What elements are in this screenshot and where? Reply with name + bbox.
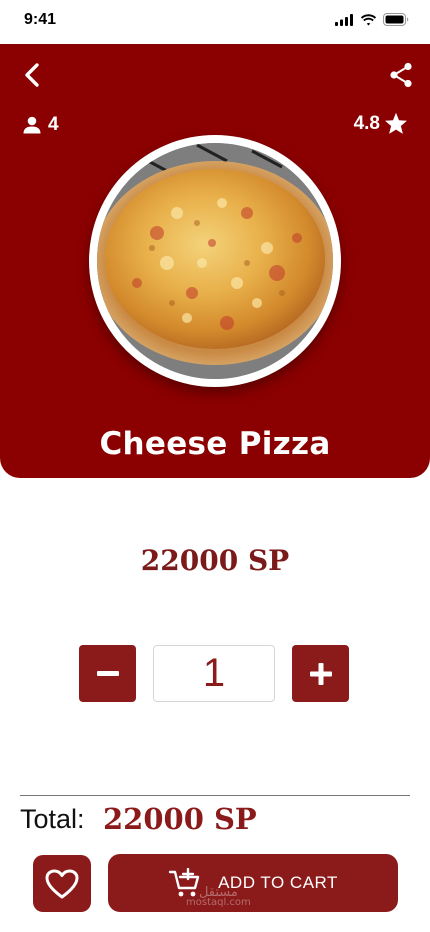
servings-indicator: 4 bbox=[22, 114, 59, 136]
decrease-quantity-button[interactable] bbox=[79, 645, 136, 702]
total-value: 22000 SP bbox=[103, 802, 257, 836]
battery-icon bbox=[383, 13, 409, 26]
heart-icon bbox=[45, 869, 79, 898]
watermark: مستقل mostaql.com bbox=[186, 886, 251, 908]
divider bbox=[20, 795, 410, 796]
status-icons bbox=[335, 13, 410, 26]
watermark-latin: mostaql.com bbox=[186, 897, 251, 908]
quantity-value[interactable]: 1 bbox=[153, 645, 275, 702]
total-label: Total: bbox=[20, 804, 85, 834]
minus-icon bbox=[96, 670, 119, 676]
product-name: Cheese Pizza bbox=[99, 426, 331, 462]
add-to-cart-button[interactable]: ADD TO CART bbox=[108, 854, 398, 912]
rating-value: 4.8 bbox=[353, 112, 380, 134]
product-price: 22000 SP bbox=[140, 544, 290, 577]
back-chevron-icon bbox=[25, 63, 39, 87]
servings-count: 4 bbox=[48, 114, 59, 135]
increase-quantity-button[interactable] bbox=[292, 645, 349, 702]
signal-icon bbox=[335, 13, 353, 26]
rating-indicator: 4.8 bbox=[354, 112, 408, 135]
person-icon bbox=[23, 116, 41, 134]
share-button[interactable] bbox=[386, 60, 416, 90]
back-button[interactable] bbox=[18, 60, 48, 90]
plus-icon bbox=[309, 662, 332, 685]
pizza-image bbox=[97, 143, 333, 379]
favorite-button[interactable] bbox=[33, 855, 91, 912]
status-bar: 9:41 bbox=[0, 0, 430, 44]
status-time: 9:41 bbox=[24, 11, 57, 28]
wifi-icon bbox=[360, 13, 377, 25]
product-hero: 4 4.8 Cheese Pizza bbox=[0, 44, 430, 478]
star-icon bbox=[385, 112, 407, 134]
pizza-image-frame bbox=[89, 135, 341, 387]
share-icon bbox=[390, 62, 412, 88]
